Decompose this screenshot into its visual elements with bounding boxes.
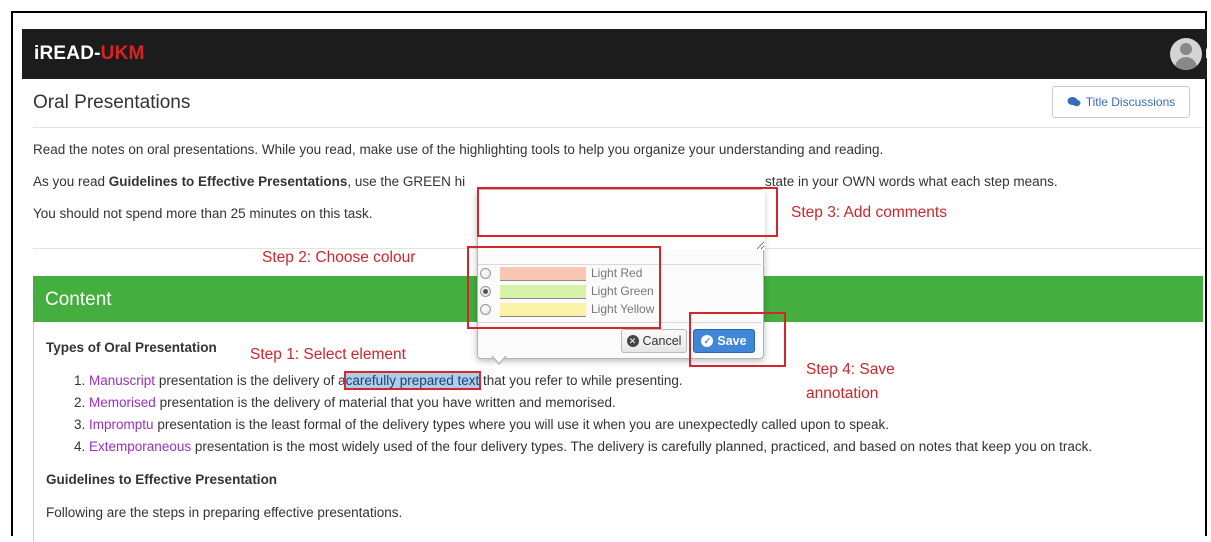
list-item: 1. Manuscript presentation is the delive… <box>74 371 683 390</box>
list-number: 1. <box>74 373 86 388</box>
user-name-initial[interactable]: M <box>1205 45 1211 61</box>
cancel-button[interactable]: ✕ Cancel <box>621 329 687 353</box>
content-header-label: Content <box>45 289 112 310</box>
list-text: presentation is the delivery of a <box>155 373 346 388</box>
instruction-line-1: Read the notes on oral presentations. Wh… <box>33 142 884 157</box>
list-text: that you refer to while presenting. <box>479 373 683 388</box>
section-heading-guidelines: Guidelines to Effective Presentation <box>46 472 278 487</box>
list-text: presentation is the most widely used of … <box>191 439 1093 454</box>
popup-pointer <box>492 355 506 363</box>
term-impromptu[interactable]: Impromptu <box>89 417 154 432</box>
title-discussions-label: Title Discussions <box>1085 95 1176 109</box>
save-callout-box <box>689 312 786 367</box>
step-4-annotation-line-1: Step 4: Save <box>806 361 895 378</box>
step-2-annotation: Step 2: Choose colour <box>262 249 416 266</box>
list-text: presentation is the delivery of material… <box>155 395 616 410</box>
section-heading-types: Types of Oral Presentation <box>46 340 217 355</box>
selected-text-highlight[interactable]: carefully prepared text <box>343 371 482 390</box>
section-text: Following are the steps in preparing eff… <box>46 505 403 520</box>
term-memorised[interactable]: Memorised <box>89 395 156 410</box>
instruction-line-2: As you read Guidelines to Effective Pres… <box>33 174 465 189</box>
close-circle-icon: ✕ <box>626 335 639 347</box>
brand-logo[interactable]: iREAD-UKM <box>34 43 145 65</box>
list-item: 4. Extemporaneous presentation is the mo… <box>74 439 1092 454</box>
instruction-line-3: You should not spend more than 25 minute… <box>33 206 373 221</box>
list-text: presentation is the least formal of the … <box>153 417 889 432</box>
list-number: 3. <box>74 417 86 432</box>
brand-main-text: iREAD- <box>34 43 101 64</box>
step-3-annotation: Step 3: Add comments <box>791 204 947 221</box>
cancel-label: Cancel <box>642 334 682 348</box>
term-manuscript[interactable]: Manuscript <box>89 373 155 388</box>
list-item: 3. Impromptu presentation is the least f… <box>74 417 889 432</box>
instruction-line-2-mid: , use the GREEN hi <box>347 174 466 189</box>
instruction-line-2-prefix: As you read <box>33 174 109 189</box>
list-item: 2. Memorised presentation is the deliver… <box>74 395 616 410</box>
list-number: 2. <box>74 395 86 410</box>
colour-callout-box <box>467 246 661 329</box>
step-1-annotation: Step 1: Select element <box>250 346 406 363</box>
step-4-annotation-line-2: annotation <box>806 385 879 402</box>
term-extemporaneous[interactable]: Extemporaneous <box>89 439 191 454</box>
instruction-line-2-suffix: state in your OWN words what each step m… <box>765 174 1058 189</box>
title-discussions-button[interactable]: Title Discussions <box>1052 86 1190 118</box>
divider <box>33 127 1203 128</box>
user-avatar-icon[interactable] <box>1170 38 1202 70</box>
comments-icon <box>1067 97 1081 107</box>
instruction-line-2-bold: Guidelines to Effective Presentations <box>108 174 348 189</box>
page-title: Oral Presentations <box>33 92 191 113</box>
comment-callout-box <box>477 187 778 237</box>
list-number: 4. <box>74 439 86 454</box>
brand-accent-text: UKM <box>100 43 145 64</box>
top-navbar: iREAD-UKM M <box>22 29 1211 79</box>
